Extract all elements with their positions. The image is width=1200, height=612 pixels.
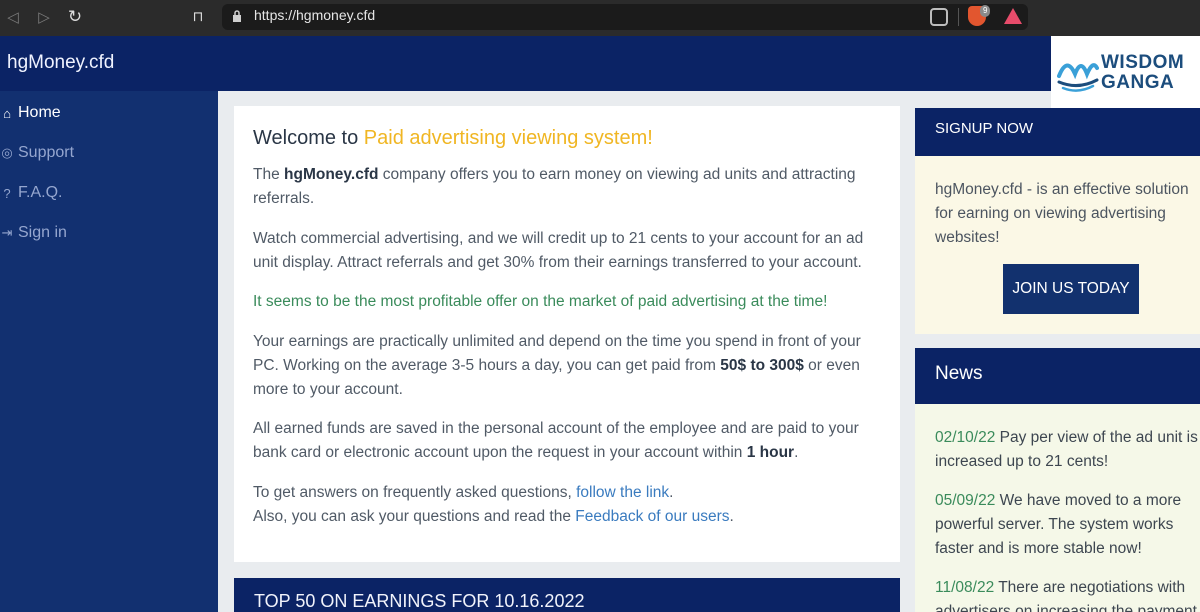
text: To get answers on frequently asked quest… xyxy=(253,484,577,501)
news-date: 02/10/22 xyxy=(935,429,996,446)
sidebar-item-label: Home xyxy=(18,104,61,121)
lock-icon xyxy=(233,10,241,22)
feedback-paragraph: Also, you can ask your questions and rea… xyxy=(253,505,885,529)
news-item: 11/08/22 There are negotiations with adv… xyxy=(935,576,1200,612)
signup-description: hgMoney.cfd - is an effective solution f… xyxy=(935,181,1189,246)
site-brand-link[interactable]: hgMoney.cfd xyxy=(7,52,114,74)
sidebar-item-label: F.A.Q. xyxy=(18,184,63,201)
news-date: 05/09/22 xyxy=(935,492,996,509)
sidebar-item-label: Sign in xyxy=(18,224,67,241)
news-item: 02/10/22 Pay per view of the ad unit is … xyxy=(935,426,1200,474)
text: The xyxy=(253,166,285,183)
reload-icon[interactable]: ↻ xyxy=(64,6,86,28)
text: Also, you can ask your questions and rea… xyxy=(253,508,576,525)
sidebar-item-support[interactable]: ◎ Support xyxy=(0,142,74,164)
home-icon: ⌂ xyxy=(3,105,11,121)
title-highlight: Paid advertising viewing system! xyxy=(363,127,653,149)
earnings-range-bold: 50$ to 300$ xyxy=(720,357,804,374)
funds-paragraph: All earned funds are saved in the person… xyxy=(253,417,885,465)
news-item: 05/09/22 We have moved to a more powerfu… xyxy=(935,489,1200,561)
signup-heading: SIGNUP NOW xyxy=(935,120,1034,137)
advertising-paragraph: Watch commercial advertising, and we wil… xyxy=(253,230,864,271)
intro-paragraph: The hgMoney.cfd company offers you to ea… xyxy=(253,163,885,211)
earnings-paragraph: Your earnings are practically unlimited … xyxy=(253,330,885,402)
news-heading: News xyxy=(935,363,983,384)
watermark-line-1: WISDOM xyxy=(1101,52,1185,73)
sign-in-icon: ⇥ xyxy=(1,225,13,240)
sidebar xyxy=(0,91,218,612)
join-us-button[interactable]: JOIN US TODAY xyxy=(1003,264,1139,314)
site-header xyxy=(0,36,1200,91)
sidebar-item-home[interactable]: ⌂ Home xyxy=(0,102,61,124)
feedback-link[interactable]: Feedback of our users xyxy=(575,508,729,525)
lifebuoy-icon: ◎ xyxy=(1,145,13,160)
top-earnings-title: TOP 50 ON EARNINGS FOR 10.16.2022 xyxy=(254,591,585,611)
news-date: 11/08/22 xyxy=(935,579,995,596)
sidebar-item-faq[interactable]: ? F.A.Q. xyxy=(0,182,62,204)
payout-time-bold: 1 hour xyxy=(746,444,795,461)
sidebar-item-sign-in[interactable]: ⇥ Sign in xyxy=(0,222,67,244)
bookmark-icon[interactable]: ⊓ xyxy=(188,7,208,27)
title-prefix: Welcome to xyxy=(253,127,364,149)
sidebar-item-label: Support xyxy=(18,144,75,161)
text: . xyxy=(729,508,734,525)
toolbar-separator xyxy=(958,8,959,26)
faq-link[interactable]: follow the link xyxy=(576,484,669,501)
news-list: 02/10/22 Pay per view of the ad unit is … xyxy=(915,404,1200,612)
url-text[interactable]: https://hgmoney.cfd xyxy=(254,7,375,23)
page-title: Welcome to Paid advertising viewing syst… xyxy=(253,127,653,150)
forward-icon[interactable]: ▷ xyxy=(33,6,55,28)
wave-logo-icon xyxy=(1057,63,1099,92)
text: . xyxy=(669,484,674,501)
rewards-triangle-icon[interactable] xyxy=(1004,8,1022,24)
highlight-paragraph: It seems to be the most profitable offer… xyxy=(253,293,828,310)
text: . xyxy=(794,444,799,461)
brand-bold: hgMoney.cfd xyxy=(284,166,379,183)
extensions-grid-icon[interactable] xyxy=(930,8,948,26)
watermark-line-2: GANGA xyxy=(1101,72,1175,93)
back-icon[interactable]: ◁ xyxy=(2,6,24,28)
faq-paragraph: To get answers on frequently asked quest… xyxy=(253,481,885,505)
question-icon: ? xyxy=(3,185,11,201)
